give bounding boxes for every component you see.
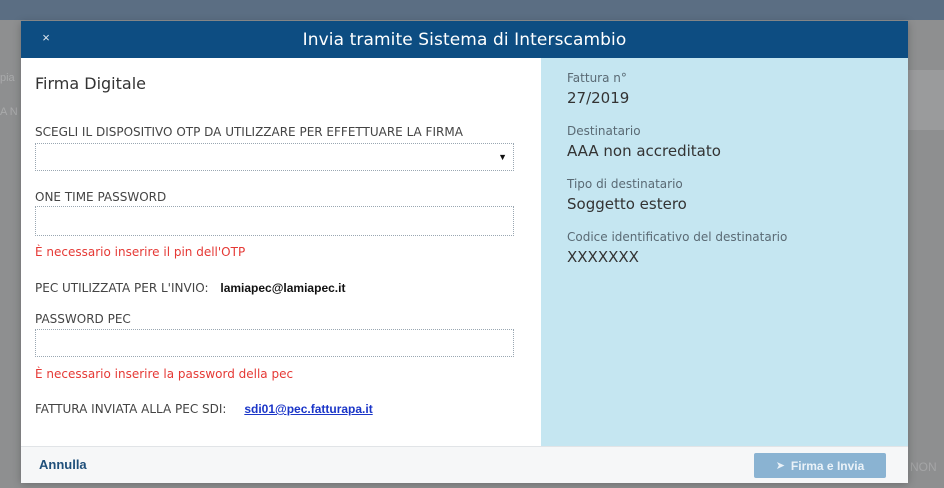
otp-input[interactable] (35, 206, 514, 236)
otp-device-label: SCEGLI IL DISPOSITIVO OTP DA UTILIZZARE … (35, 125, 463, 139)
dialog-header: × Invia tramite Sistema di Interscambio (21, 21, 908, 58)
otp-device-select[interactable]: ▼ (35, 143, 514, 171)
background-text-fragment: NON (910, 460, 937, 474)
otp-error-message: È necessario inserire il pin dell'OTP (35, 245, 246, 259)
recipient-value: AAA non accreditato (567, 142, 721, 160)
cancel-button[interactable]: Annulla (39, 457, 87, 472)
recipient-code-value: XXXXXXX (567, 248, 639, 266)
dialog-title: Invia tramite Sistema di Interscambio (302, 30, 627, 50)
send-invoice-dialog: × Invia tramite Sistema di Interscambio … (21, 21, 908, 483)
otp-label: ONE TIME PASSWORD (35, 190, 167, 204)
background-top-bar (0, 0, 944, 20)
background-text-fragment: pia (0, 72, 15, 84)
pec-used-label: PEC UTILIZZATA PER L'INVIO: (35, 281, 209, 295)
pec-password-error-message: È necessario inserire la password della … (35, 367, 294, 381)
background-strip (908, 70, 944, 130)
sdi-label: FATTURA INVIATA ALLA PEC SDI: (35, 402, 227, 416)
dropdown-arrow-icon: ▼ (498, 152, 507, 162)
background-text-fragment: A N (0, 106, 18, 118)
sign-and-send-button[interactable]: ➤ Firma e Invia (754, 453, 886, 478)
pec-used-row: PEC UTILIZZATA PER L'INVIO: lamiapec@lam… (35, 281, 345, 295)
pec-password-input[interactable] (35, 329, 514, 357)
dialog-footer: Annulla ➤ Firma e Invia (21, 446, 908, 483)
sdi-row: FATTURA INVIATA ALLA PEC SDI: sdi01@pec.… (35, 402, 373, 416)
send-icon: ➤ (775, 460, 785, 472)
recipient-type-label: Tipo di destinatario (567, 177, 683, 191)
recipient-type-value: Soggetto estero (567, 195, 687, 213)
section-title: Firma Digitale (35, 74, 146, 93)
sdi-email-link[interactable]: sdi01@pec.fatturapa.it (244, 402, 372, 416)
recipient-label: Destinatario (567, 124, 641, 138)
invoice-number-label: Fattura n° (567, 71, 627, 85)
sign-and-send-label: Firma e Invia (790, 458, 865, 473)
pec-password-label: PASSWORD PEC (35, 312, 131, 326)
pec-used-value: lamiapec@lamiapec.it (220, 281, 346, 295)
invoice-number-value: 27/2019 (567, 89, 630, 107)
recipient-code-label: Codice identificativo del destinatario (567, 230, 788, 244)
